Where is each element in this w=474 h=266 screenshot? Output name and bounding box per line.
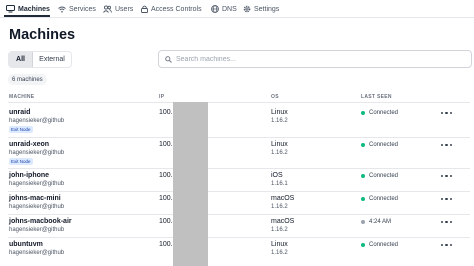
machine-os-version: 1.16.2: [271, 227, 288, 233]
last-seen: Connected: [361, 110, 398, 116]
status-dot: [361, 111, 365, 115]
machine-name[interactable]: unraid-xeon: [9, 141, 49, 148]
machine-os: Linux: [271, 109, 288, 116]
search-box: [158, 50, 472, 68]
nav-label-access-controls: Access Controls: [151, 5, 202, 13]
nav-label-settings: Settings: [254, 5, 280, 13]
table-row[interactable]: ubuntuvm hagensieker@github 100.9 Linux …: [0, 238, 474, 264]
nav-label-dns: DNS: [222, 5, 237, 13]
last-seen: Connected: [361, 142, 398, 148]
more-options-button[interactable]: [441, 241, 452, 249]
last-seen-label: 4:24 AM: [369, 219, 392, 225]
last-seen: Connected: [361, 196, 398, 202]
header-last-seen: LAST SEEN: [361, 94, 392, 100]
table-row[interactable]: johns-mac-mini hagensieker@github 100.1 …: [0, 192, 474, 214]
last-seen-label: Connected: [369, 142, 399, 148]
table-row[interactable]: johns-macbook-air hagensieker@github 100…: [0, 215, 474, 237]
machine-owner: hagensieker@github: [9, 250, 65, 256]
status-dot: [361, 174, 365, 178]
table-row[interactable]: john-iphone hagensieker@github 100.8 iOS…: [0, 169, 474, 191]
nav-label-users: Users: [115, 5, 134, 13]
status-dot: [361, 143, 365, 147]
table-row[interactable]: unraid hagensieker@github Exit Node 100.…: [0, 103, 474, 137]
machine-name[interactable]: unraid: [9, 109, 30, 116]
exit-node-badge: Exit Node: [9, 126, 33, 133]
last-seen-label: Connected: [369, 242, 399, 248]
machine-os-version: 1.16.2: [271, 204, 288, 210]
last-seen-label: Connected: [369, 110, 399, 116]
status-dot: [361, 243, 365, 247]
machine-filter: All External: [8, 51, 72, 68]
lock-icon: [141, 5, 148, 13]
machine-count-badge: 6 machines: [8, 74, 47, 85]
machine-os: Linux: [271, 241, 288, 248]
machine-os-version: 1.16.1: [271, 181, 288, 187]
machine-os: iOS: [271, 172, 283, 179]
machine-os: macOS: [271, 195, 295, 202]
header-os: OS: [271, 94, 279, 100]
machine-name[interactable]: johns-mac-mini: [9, 195, 61, 202]
machine-os: Linux: [271, 141, 288, 148]
nav-item-services[interactable]: Services: [58, 3, 96, 15]
gear-icon: [243, 5, 251, 13]
nav-item-access-controls[interactable]: Access Controls: [141, 3, 202, 15]
redaction-block: [173, 102, 208, 266]
nav-item-users[interactable]: Users: [103, 3, 133, 15]
last-seen-label: Connected: [369, 196, 399, 202]
more-options-button[interactable]: [441, 172, 452, 180]
machine-owner: hagensieker@github: [9, 181, 65, 187]
machine-name[interactable]: ubuntuvm: [9, 241, 43, 248]
table-row[interactable]: unraid-xeon hagensieker@github Exit Node…: [0, 138, 474, 168]
machine-os-version: 1.16.2: [271, 118, 288, 124]
nav-label-machines: Machines: [18, 5, 50, 13]
active-tab-indicator: [4, 15, 50, 17]
machine-name[interactable]: johns-macbook-air: [9, 218, 72, 225]
exit-node-badge: Exit Node: [9, 158, 33, 165]
wifi-icon: [58, 6, 66, 13]
users-icon: [103, 5, 112, 13]
more-options-button[interactable]: [441, 195, 452, 203]
machine-owner: hagensieker@github: [9, 227, 65, 233]
nav-item-machines[interactable]: Machines: [6, 3, 50, 15]
header-machine: MACHINE: [9, 94, 35, 100]
filter-external-button[interactable]: External: [33, 52, 71, 67]
header-ip: IP: [159, 94, 165, 100]
more-options-button[interactable]: [441, 218, 452, 226]
last-seen: 4:24 AM: [361, 219, 391, 225]
filter-all-button[interactable]: All: [9, 52, 33, 67]
machine-os: macOS: [271, 218, 295, 225]
status-dot: [361, 220, 365, 224]
machine-os-version: 1.16.2: [271, 150, 288, 156]
more-options-button[interactable]: [441, 141, 452, 149]
nav-label-services: Services: [69, 5, 96, 13]
globe-icon: [211, 5, 219, 13]
nav-item-settings[interactable]: Settings: [243, 3, 279, 15]
machine-owner: hagensieker@github: [9, 150, 65, 156]
machine-owner: hagensieker@github: [9, 118, 65, 124]
machine-owner: hagensieker@github: [9, 204, 65, 210]
machines-icon: [6, 5, 15, 13]
more-options-button[interactable]: [441, 109, 452, 117]
search-input[interactable]: [176, 55, 456, 63]
machine-name[interactable]: john-iphone: [9, 172, 49, 179]
status-dot: [361, 197, 365, 201]
top-nav: Machines Services Users Access Controls …: [0, 0, 474, 18]
search-icon: [165, 55, 172, 63]
machine-os-version: 1.16.2: [271, 250, 288, 256]
nav-item-dns[interactable]: DNS: [211, 3, 237, 15]
last-seen: Connected: [361, 242, 398, 248]
last-seen: Connected: [361, 173, 398, 179]
page-title: Machines: [9, 27, 76, 43]
last-seen-label: Connected: [369, 173, 399, 179]
